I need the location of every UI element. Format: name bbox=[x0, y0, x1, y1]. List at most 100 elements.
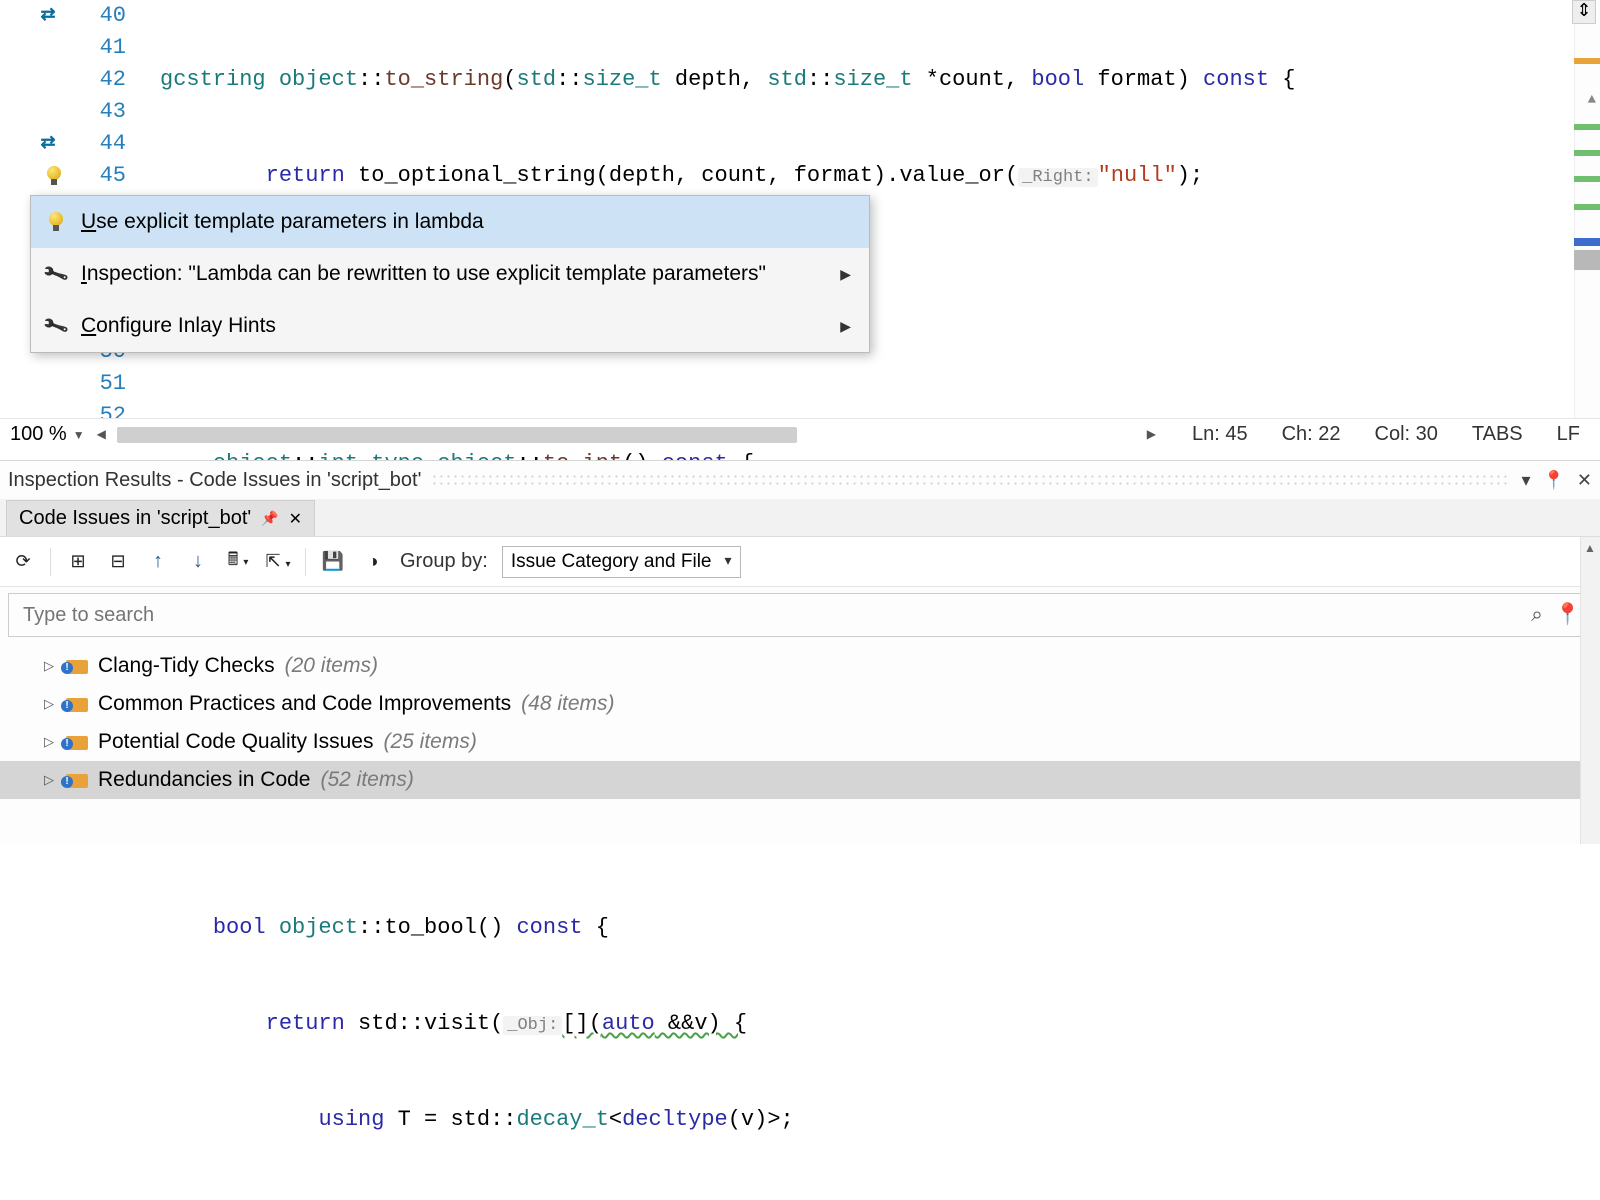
search-icon[interactable]: ⌕ bbox=[1531, 603, 1543, 627]
settings-icon[interactable]: 🖩 ▾ bbox=[225, 547, 251, 577]
scroll-left-icon[interactable]: ◀ bbox=[97, 427, 106, 441]
tree-count: (48 items) bbox=[521, 692, 614, 716]
refresh-icon[interactable]: ⟳ bbox=[10, 551, 36, 572]
save-icon[interactable]: 💾 bbox=[320, 551, 346, 572]
info-marker[interactable] bbox=[1574, 204, 1600, 210]
collapse-all-icon[interactable]: ⊟ bbox=[105, 551, 131, 572]
panel-pin-icon[interactable]: 📍 bbox=[1542, 470, 1564, 491]
panel-title-bar[interactable]: Inspection Results - Code Issues in 'scr… bbox=[0, 461, 1600, 499]
submenu-arrow-icon: ▶ bbox=[840, 258, 851, 290]
editor-status-bar: 100 % ▼ ◀ ▶ Ln: 45 Ch: 22 Col: 30 TABS L… bbox=[0, 418, 1600, 450]
export-icon[interactable]: ⇱ ▾ bbox=[265, 551, 291, 572]
panel-tab-label: Code Issues in 'script_bot' bbox=[19, 507, 251, 530]
tree-category-common-practices[interactable]: ▷ Common Practices and Code Improvements… bbox=[0, 685, 1600, 723]
sync-changes-icon[interactable]: ⇄ bbox=[36, 132, 60, 156]
popup-item-use-explicit-template[interactable]: Use explicit template parameters in lamb… bbox=[31, 196, 869, 248]
expand-icon[interactable]: ▷ bbox=[42, 772, 56, 788]
groupby-value: Issue Category and File bbox=[511, 551, 712, 572]
panel-close-icon[interactable]: ✕ bbox=[1577, 470, 1592, 491]
split-editor-icon[interactable]: ⇕ bbox=[1572, 0, 1596, 24]
scroll-right-icon[interactable]: ▶ bbox=[1147, 427, 1156, 441]
info-marker[interactable] bbox=[1574, 150, 1600, 156]
line-number: 43 bbox=[78, 96, 138, 128]
folder-info-icon bbox=[66, 695, 88, 713]
folder-info-icon bbox=[66, 771, 88, 789]
groupby-select[interactable]: Issue Category and File bbox=[502, 546, 741, 578]
code-editor[interactable]: ⇄ ⇄ ⇆ 40 41 42 43 44 45 50 51 52 gcstrin… bbox=[0, 0, 1600, 420]
tree-category-redundancies[interactable]: ▷ Redundancies in Code (52 items) bbox=[0, 761, 1600, 799]
tree-count: (52 items) bbox=[320, 768, 413, 792]
viewport-marker[interactable] bbox=[1574, 250, 1600, 270]
status-column: Col: 30 bbox=[1375, 423, 1438, 446]
sync-changes-icon[interactable]: ⇄ bbox=[36, 4, 60, 28]
tree-count: (25 items) bbox=[383, 730, 476, 754]
tree-category-clang-tidy[interactable]: ▷ Clang-Tidy Checks (20 items) bbox=[0, 647, 1600, 685]
scrollbar-thumb[interactable] bbox=[117, 427, 797, 443]
scroll-up-icon[interactable]: ▲ bbox=[1584, 541, 1596, 555]
expand-icon[interactable]: ▷ bbox=[42, 696, 56, 712]
tree-category-potential-issues[interactable]: ▷ Potential Code Quality Issues (25 item… bbox=[0, 723, 1600, 761]
lightbulb-icon bbox=[45, 212, 67, 232]
pin-icon[interactable]: 📌 bbox=[261, 510, 278, 527]
panel-tab-strip: Code Issues in 'script_bot' 📌 ✕ bbox=[0, 499, 1600, 537]
expand-icon[interactable]: ▷ bbox=[42, 734, 56, 750]
code-line[interactable]: return std::visit(_Obj:[](auto &&v) { bbox=[160, 1008, 1560, 1040]
next-icon[interactable]: ↓ bbox=[185, 550, 211, 573]
tree-label: Clang-Tidy Checks bbox=[98, 654, 275, 678]
status-char: Ch: 22 bbox=[1282, 423, 1341, 446]
code-line[interactable]: return to_optional_string(depth, count, … bbox=[160, 160, 1560, 192]
folder-info-icon bbox=[66, 657, 88, 675]
groupby-label: Group by: bbox=[400, 550, 488, 573]
code-line[interactable]: gcstring object::to_string(std::size_t d… bbox=[160, 64, 1560, 96]
info-marker[interactable] bbox=[1574, 176, 1600, 182]
tree-label: Common Practices and Code Improvements bbox=[98, 692, 511, 716]
code-line[interactable]: bool object::to_bool() const { bbox=[160, 912, 1560, 944]
expand-icon[interactable]: ▷ bbox=[42, 658, 56, 674]
info-marker[interactable] bbox=[1574, 124, 1600, 130]
previous-icon[interactable]: ↑ bbox=[145, 550, 171, 573]
popup-item-configure-hints[interactable]: 🔧 Configure Inlay Hints ▶ bbox=[31, 300, 869, 352]
tree-label: Redundancies in Code bbox=[98, 768, 310, 792]
code-line[interactable] bbox=[160, 352, 1560, 384]
code-line[interactable]: using T = std::decay_t<decltype(v)>; bbox=[160, 1104, 1560, 1136]
popup-item-inspection[interactable]: 🔧 Inspection: "Lambda can be rewritten t… bbox=[31, 248, 869, 300]
panel-dropdown-icon[interactable]: ▾ bbox=[1521, 470, 1530, 491]
scroll-up-icon[interactable]: ▲ bbox=[1588, 84, 1596, 116]
tree-label: Potential Code Quality Issues bbox=[98, 730, 373, 754]
status-line: Ln: 45 bbox=[1192, 423, 1248, 446]
panel-vertical-scrollbar[interactable]: ▲ bbox=[1580, 537, 1600, 844]
zoom-dropdown[interactable]: 100 % ▼ bbox=[0, 423, 91, 446]
panel-tab-code-issues[interactable]: Code Issues in 'script_bot' 📌 ✕ bbox=[6, 500, 315, 536]
line-number: 51 bbox=[78, 368, 138, 400]
panel-title: Inspection Results - Code Issues in 'scr… bbox=[8, 469, 421, 492]
inlay-hint: _Obj: bbox=[503, 1016, 562, 1035]
search-input[interactable] bbox=[9, 594, 1521, 636]
marker-bar[interactable]: ▲ bbox=[1574, 0, 1600, 420]
inspection-results-panel: Inspection Results - Code Issues in 'scr… bbox=[0, 460, 1600, 844]
submenu-arrow-icon: ▶ bbox=[840, 310, 851, 342]
wrench-icon: 🔧 bbox=[39, 255, 72, 293]
tree-count: (20 items) bbox=[285, 654, 378, 678]
quick-actions-popup: Use explicit template parameters in lamb… bbox=[30, 195, 870, 353]
close-icon[interactable]: ✕ bbox=[289, 509, 302, 529]
zoom-value: 100 % bbox=[10, 423, 67, 446]
horizontal-scrollbar[interactable]: ◀ ▶ bbox=[97, 425, 1156, 445]
grip-area[interactable] bbox=[431, 473, 1511, 487]
wrench-icon: 🔧 bbox=[39, 307, 72, 345]
panel-search-box[interactable]: ⌕ 📍 bbox=[8, 593, 1592, 637]
expand-all-icon[interactable]: ⊞ bbox=[65, 551, 91, 572]
folder-info-icon bbox=[66, 733, 88, 751]
lightbulb-icon[interactable] bbox=[42, 164, 66, 188]
status-tabs[interactable]: TABS bbox=[1472, 423, 1523, 446]
line-number: 44 bbox=[78, 128, 138, 160]
panel-toolbar: ⟳ ⊞ ⊟ ↑ ↓ 🖩 ▾ ⇱ ▾ 💾 ◑ Group by: Issue Ca… bbox=[0, 537, 1600, 587]
filter-icon[interactable]: ◑ bbox=[360, 551, 386, 572]
line-number: 40 bbox=[78, 0, 138, 32]
status-eol[interactable]: LF bbox=[1557, 423, 1580, 446]
line-number: 42 bbox=[78, 64, 138, 96]
warning-marker[interactable] bbox=[1574, 58, 1600, 64]
chevron-down-icon: ▼ bbox=[73, 428, 85, 442]
issues-tree[interactable]: ▷ Clang-Tidy Checks (20 items) ▷ Common … bbox=[0, 643, 1600, 803]
pin-search-icon[interactable]: 📍 bbox=[1555, 603, 1581, 627]
cursor-marker[interactable] bbox=[1574, 238, 1600, 246]
